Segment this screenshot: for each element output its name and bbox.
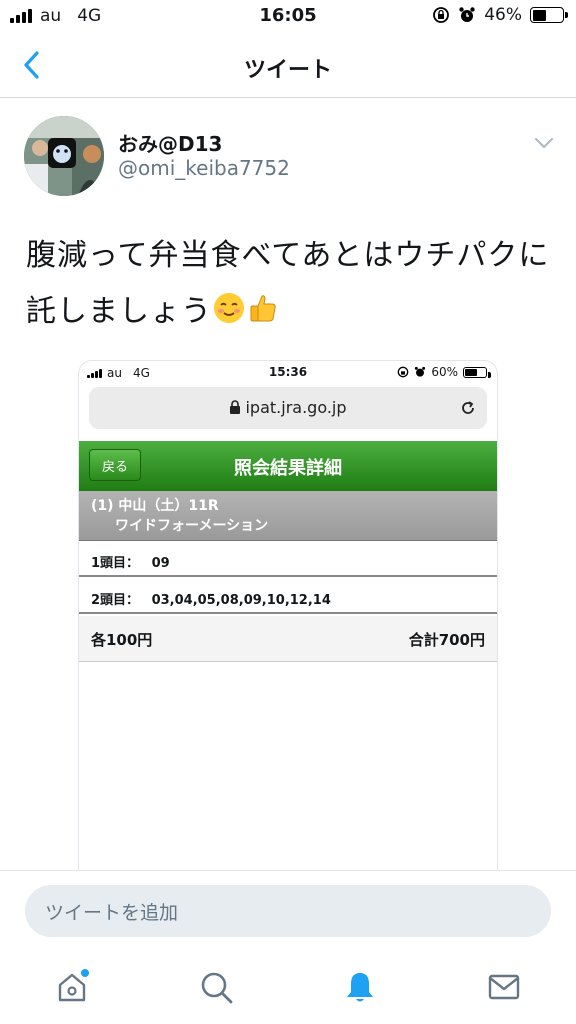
tab-messages[interactable] (484, 967, 524, 1007)
row-1-label: 1頭目： (91, 556, 140, 571)
embedded-battery-percent: 60% (431, 365, 458, 379)
thumbs-up-emoji (250, 295, 276, 322)
bottom-bar: ツイートを追加 (0, 870, 576, 1024)
race-line-1: (1) 中山（土）11R (91, 498, 219, 514)
lock-icon (230, 400, 241, 414)
page-title: ツイート (243, 58, 332, 83)
tab-bar (0, 959, 576, 1024)
embedded-header: 戻る 照会結果詳細 (79, 441, 497, 491)
row-2-value: 03,04,05,08,09,10,12,14 (151, 593, 331, 608)
tweet-text: 腹減って弁当食べてあとはウチパクに託しましょう (26, 228, 556, 340)
alarm-icon (459, 7, 475, 22)
status-bar: au 4G 16:05 46% (0, 0, 576, 34)
messages-icon (488, 974, 520, 1000)
embedded-orientation-lock-icon (397, 366, 409, 378)
author-name[interactable]: おみ@D13 (118, 128, 222, 157)
embedded-race-info: (1) 中山（土）11R ワイドフォーメーション (79, 491, 497, 541)
tweet-media-image[interactable]: au 4G 15:36 60% ipat.jra.go.jp 戻る 照会結果詳細… (78, 360, 498, 880)
avatar-image (24, 116, 104, 196)
race-line-2: ワイドフォーメーション (115, 518, 269, 534)
tweet-menu-button[interactable] (534, 134, 554, 153)
reload-icon (462, 401, 474, 414)
chevron-down-icon (535, 138, 553, 149)
nav-bar: ツイート (0, 34, 576, 98)
total-price: 合計700円 (408, 631, 485, 649)
embedded-battery-icon (463, 366, 491, 378)
embedded-row-1: 1頭目： 09 (79, 541, 497, 577)
tab-search[interactable] (196, 967, 236, 1007)
row-2-label: 2頭目： (91, 593, 140, 608)
author-handle[interactable]: @omi_keiba7752 (118, 156, 290, 180)
unit-price: 各100円 (91, 631, 153, 649)
tab-notifications[interactable] (340, 967, 380, 1007)
embedded-title: 照会結果詳細 (234, 458, 342, 479)
home-icon (58, 969, 89, 1002)
search-icon (201, 972, 233, 1004)
embedded-url: ipat.jra.go.jp (245, 398, 347, 417)
embedded-status-bar: au 4G 15:36 60% (79, 361, 497, 385)
smiling-face-emoji (214, 293, 244, 323)
tab-home[interactable] (52, 967, 92, 1007)
embedded-alarm-icon (415, 366, 426, 377)
battery-percent: 46% (484, 5, 522, 25)
avatar[interactable] (24, 116, 104, 196)
reply-input[interactable]: ツイートを追加 (25, 885, 551, 937)
tweet-body: 腹減って弁当食べてあとはウチパクに託しましょう (26, 238, 550, 329)
embedded-total-row: 各100円 合計700円 (79, 616, 497, 662)
row-1-value: 09 (151, 556, 170, 571)
orientation-lock-icon (433, 7, 450, 23)
embedded-row-2: 2頭目： 03,04,05,08,09,10,12,14 (79, 578, 497, 614)
battery-icon (530, 7, 568, 23)
embedded-url-bar: ipat.jra.go.jp (89, 387, 487, 429)
notifications-icon (347, 973, 373, 1002)
